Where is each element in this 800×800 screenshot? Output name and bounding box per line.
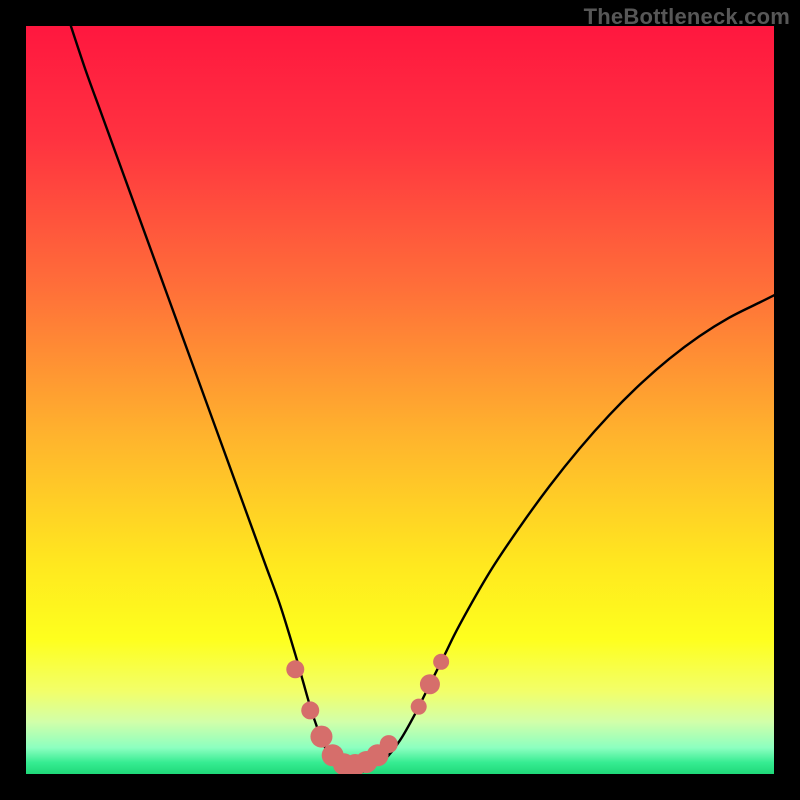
chart-svg <box>26 26 774 774</box>
data-marker <box>420 674 440 694</box>
data-marker <box>286 660 304 678</box>
data-marker <box>310 726 332 748</box>
data-marker <box>301 701 319 719</box>
plot-area <box>26 26 774 774</box>
chart-frame: TheBottleneck.com <box>0 0 800 800</box>
data-marker <box>411 699 427 715</box>
data-marker <box>380 735 398 753</box>
data-marker <box>433 654 449 670</box>
gradient-background <box>26 26 774 774</box>
